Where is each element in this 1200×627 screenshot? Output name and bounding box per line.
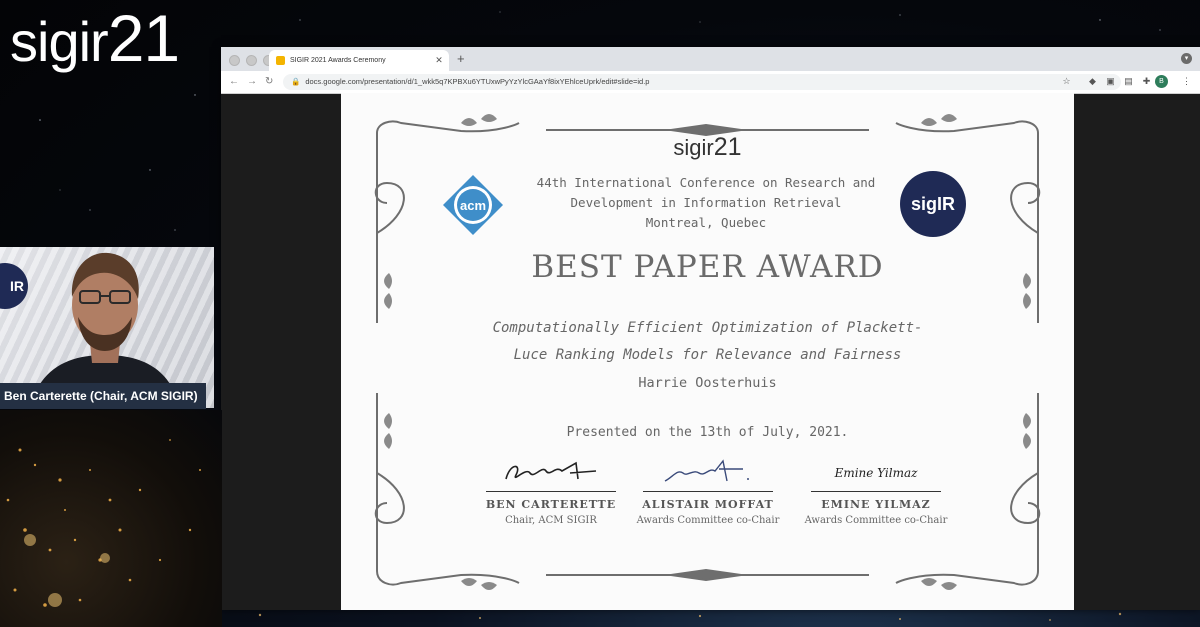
signature-block: ALISTAIR MOFFAT Awards Committee co-Chai… <box>623 457 793 526</box>
signatory-role: Awards Committee co-Chair <box>636 515 780 526</box>
forward-arrow-icon[interactable]: → <box>247 76 257 87</box>
slide-logo-text: sigir <box>673 135 714 160</box>
address-bar-row: ← → ↻ 🔒 docs.google.com/presentation/d/1_… <box>221 71 1200 94</box>
reload-icon[interactable]: ↻ <box>265 76 273 87</box>
paper-title-line: Luce Ranking Models for Relevance and Fa… <box>513 347 902 363</box>
certificate-slide: sigir21 acm sigIR 44th International Con… <box>341 93 1074 610</box>
paper-title-line: Computationally Efficient Optimization o… <box>492 320 923 336</box>
browser-window: SIGIR 2021 Awards Ceremony ✕ + ▾ ← → ↻ 🔒… <box>221 47 1200 610</box>
signature-line <box>811 491 941 492</box>
earth-night-lights-image <box>0 410 222 627</box>
paper-author: Harrie Oosterhuis <box>638 375 777 391</box>
slide-logo-number: 21 <box>713 133 742 161</box>
tab-title: SIGIR 2021 Awards Ceremony <box>290 57 386 64</box>
brand-number: 21 <box>107 1 180 75</box>
signatory-role: Chair, ACM SIGIR <box>505 515 597 526</box>
back-arrow-icon[interactable]: ← <box>229 76 239 87</box>
url-field[interactable]: 🔒 docs.google.com/presentation/d/1_wkk5q7… <box>283 74 1121 90</box>
signature-text: Emine Yilmaz <box>834 466 919 480</box>
acm-logo-text: acm <box>460 198 486 213</box>
signature-line <box>643 491 773 492</box>
bookmark-star-icon[interactable]: ☆ <box>1061 76 1072 87</box>
browser-tab[interactable]: SIGIR 2021 Awards Ceremony ✕ <box>269 50 449 71</box>
extension-icon[interactable]: ◆ <box>1087 76 1098 87</box>
sigir-badge-logo: sigIR <box>900 171 966 237</box>
browser-tab-bar: SIGIR 2021 Awards Ceremony ✕ + ▾ <box>221 47 1200 71</box>
sigir21-logo: sigir21 <box>10 1 180 78</box>
extension-icon[interactable]: ▤ <box>1123 76 1134 87</box>
signature-line <box>486 491 616 492</box>
url-text: docs.google.com/presentation/d/1_wkk5q7K… <box>305 77 650 86</box>
brand-text: sigir <box>10 10 109 73</box>
conference-info: 44th International Conference on Researc… <box>521 173 891 233</box>
signatory-name: EMINE YILMAZ <box>821 498 931 511</box>
window-controls <box>229 55 274 66</box>
signatory-name: BEN CARTERETTE <box>485 498 617 511</box>
slides-favicon-icon <box>276 56 285 65</box>
tab-close-icon[interactable]: ✕ <box>433 55 445 66</box>
conference-line: Montreal, Quebec <box>645 215 767 230</box>
signatory-role: Awards Committee co-Chair <box>804 515 948 526</box>
conference-line: 44th International Conference on Researc… <box>536 175 876 190</box>
acm-logo: acm <box>443 175 503 235</box>
lock-icon: 🔒 <box>291 77 301 86</box>
speaker-caption: Ben Carterette (Chair, ACM SIGIR) <box>0 383 206 409</box>
signature-block: Emine Yilmaz EMINE YILMAZ Awards Committ… <box>791 457 961 526</box>
minimize-window-button[interactable] <box>246 55 257 66</box>
signature-mark: Emine Yilmaz <box>834 466 919 480</box>
puzzle-icon[interactable]: ✚ <box>1141 76 1152 87</box>
signature-mark <box>505 461 597 480</box>
new-tab-button[interactable]: + <box>457 51 465 66</box>
conference-line: Development in Information Retrieval <box>570 195 842 210</box>
signatory-name: ALISTAIR MOFFAT <box>642 498 774 511</box>
browser-menu-icon[interactable]: ▾ <box>1181 53 1192 64</box>
paper-title: Computationally Efficient Optimization o… <box>441 315 974 369</box>
signature-mark <box>664 459 749 482</box>
signature-block: BEN CARTERETTE Chair, ACM SIGIR <box>466 457 636 526</box>
award-heading: BEST PAPER AWARD <box>531 249 884 285</box>
presentation-date: Presented on the 13th of July, 2021. <box>566 425 849 440</box>
close-window-button[interactable] <box>229 55 240 66</box>
more-menu-icon[interactable]: ⋮ <box>1181 76 1192 87</box>
slide-sigir21-logo: sigir21 <box>341 133 1074 162</box>
profile-avatar[interactable]: B <box>1155 75 1168 88</box>
extension-icon[interactable]: ▣ <box>1105 76 1116 87</box>
